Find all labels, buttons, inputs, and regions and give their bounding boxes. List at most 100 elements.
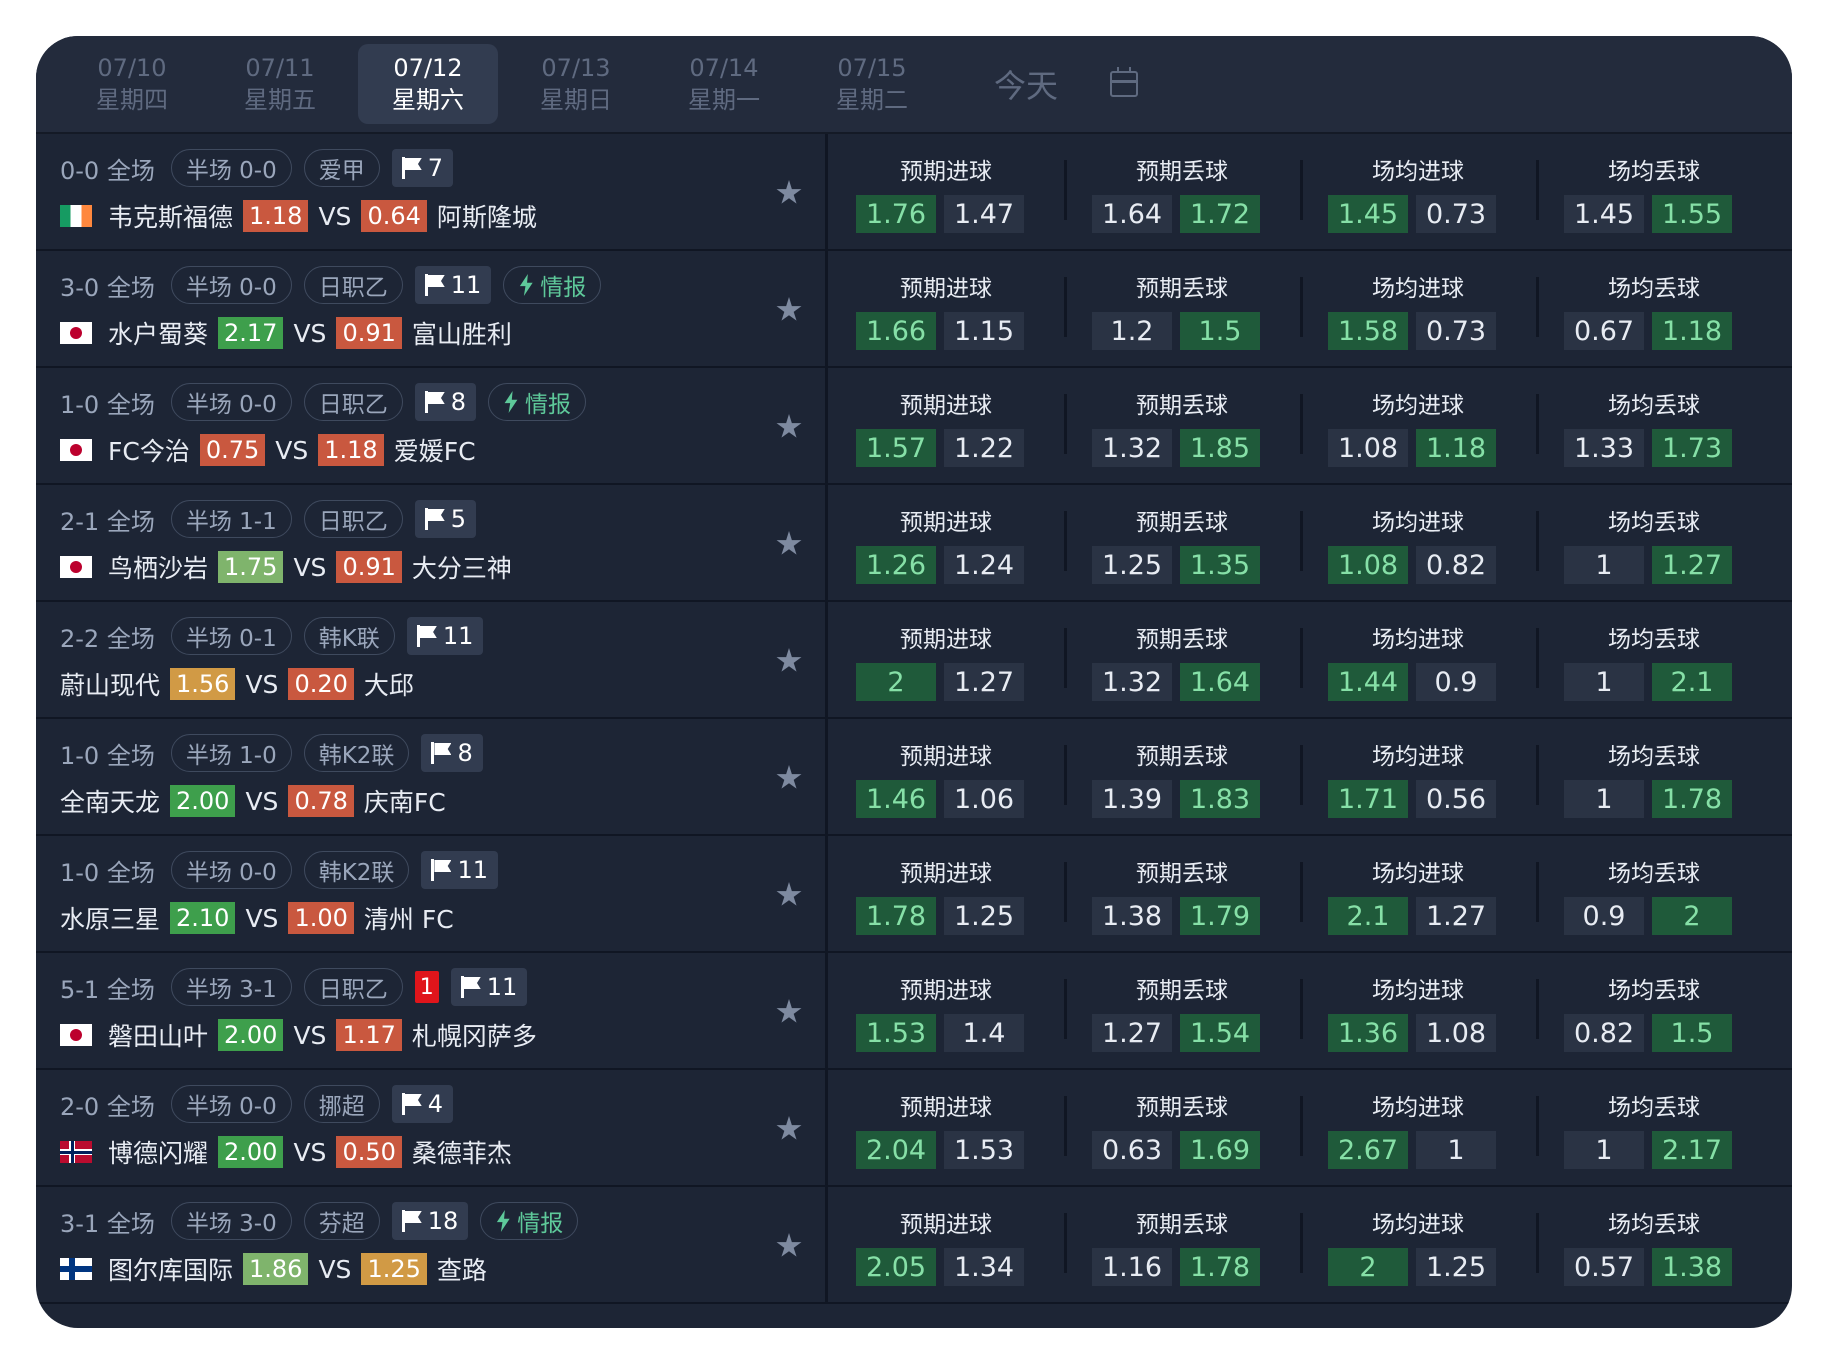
favorite-star-icon[interactable]	[776, 414, 802, 438]
home-team[interactable]: 韦克斯福德	[108, 198, 233, 234]
stat-title: 场均丢球	[1608, 1095, 1700, 1121]
home-team[interactable]: 全南天龙	[60, 783, 160, 819]
home-team[interactable]: FC今治	[108, 432, 190, 468]
match-row[interactable]: 2-0 全场 半场 0-0 挪超 4 博德闪耀 2.00 VS 0.50 桑德菲…	[36, 1070, 1792, 1187]
date-tab-date: 07/10	[97, 54, 167, 82]
match-row[interactable]: 3-0 全场 半场 0-0 日职乙 11 情报 水户蜀葵 2.17 VS 0.9…	[36, 251, 1792, 368]
league-pill[interactable]: 日职乙	[303, 266, 403, 304]
favorite-star-icon[interactable]	[776, 882, 802, 906]
match-row[interactable]: 5-1 全场 半场 3-1 日职乙 1 11 磐田山叶 2.00 VS 1.17…	[36, 953, 1792, 1070]
league-pill[interactable]: 日职乙	[303, 968, 403, 1006]
away-odd: 0.20	[288, 668, 354, 700]
date-tab-07-12[interactable]: 07/12 星期六	[358, 44, 498, 124]
away-team[interactable]: 大邱	[364, 666, 414, 702]
stat-home-value: 1.39	[1092, 780, 1172, 818]
match-row[interactable]: 2-2 全场 半场 0-1 韩K联 11 蔚山现代 1.56 VS 0.20 大…	[36, 602, 1792, 719]
league-pill[interactable]: 日职乙	[303, 383, 403, 421]
favorite-star-icon[interactable]	[776, 180, 802, 204]
date-tab-date: 07/13	[541, 54, 611, 82]
stat-away-value: 1.34	[944, 1248, 1024, 1286]
date-tab-weekday: 星期日	[540, 86, 612, 114]
away-odd: 0.50	[336, 1136, 402, 1168]
vs-label: VS	[275, 435, 309, 465]
favorite-star-icon[interactable]	[776, 648, 802, 672]
away-team[interactable]: 阿斯隆城	[437, 198, 537, 234]
intel-button[interactable]: 情报	[488, 383, 586, 421]
stat-home-value: 1.38	[1092, 897, 1172, 935]
calendar-icon[interactable]	[1110, 67, 1139, 97]
match-stats: 预期进球 1.46 1.06 预期丢球 1.39 1.83 场均进球 1.71 …	[828, 719, 1792, 834]
away-team[interactable]: 庆南FC	[364, 783, 446, 819]
league-pill[interactable]: 芬超	[303, 1202, 380, 1240]
stat-title: 场均丢球	[1608, 510, 1700, 536]
match-row[interactable]: 1-0 全场 半场 0-0 韩K2联 11 水原三星 2.10 VS 1.00 …	[36, 836, 1792, 953]
stat-away-value: 0.9	[1416, 663, 1496, 701]
home-team[interactable]: 博德闪耀	[108, 1134, 208, 1170]
match-row[interactable]: 0-0 全场 半场 0-0 爱甲 7 韦克斯福德 1.18 VS 0.64 阿斯…	[36, 134, 1792, 251]
stat-away-value: 1.69	[1180, 1131, 1260, 1169]
favorite-star-icon[interactable]	[776, 1233, 802, 1257]
away-team[interactable]: 桑德菲杰	[412, 1134, 512, 1170]
stat-title: 预期进球	[900, 510, 992, 536]
home-team[interactable]: 图尔库国际	[108, 1251, 233, 1287]
date-tab-07-11[interactable]: 07/11 星期五	[210, 44, 350, 124]
home-team[interactable]: 水原三星	[60, 900, 160, 936]
away-team[interactable]: 清州 FC	[364, 900, 454, 936]
stat-away-value: 0.73	[1416, 312, 1496, 350]
date-tab-07-10[interactable]: 07/10 星期四	[62, 44, 202, 124]
intel-label: 情报	[517, 1211, 564, 1237]
away-team[interactable]: 大分三神	[412, 549, 512, 585]
match-teams: FC今治 0.75 VS 1.18 爱媛FC	[60, 432, 476, 468]
stat-title: 预期丢球	[1136, 393, 1228, 419]
match-row[interactable]: 1-0 全场 半场 0-0 日职乙 8 情报 FC今治 0.75 VS 1.18…	[36, 368, 1792, 485]
today-button[interactable]: 今天	[994, 61, 1058, 107]
home-team[interactable]: 蔚山现代	[60, 666, 160, 702]
date-tab-07-13[interactable]: 07/13 星期日	[506, 44, 646, 124]
match-row[interactable]: 2-1 全场 半场 1-1 日职乙 5 鸟栖沙岩 1.75 VS 0.91 大分…	[36, 485, 1792, 602]
stat-home-value: 0.57	[1564, 1248, 1644, 1286]
league-pill[interactable]: 韩K2联	[303, 851, 410, 889]
corner-count: 7	[427, 154, 443, 182]
league-pill[interactable]: 挪超	[303, 1085, 380, 1123]
stat-home-value: 1.66	[856, 312, 936, 350]
stat-home-value: 1.32	[1092, 663, 1172, 701]
vs-label: VS	[245, 903, 279, 933]
away-team[interactable]: 札幌冈萨多	[412, 1017, 537, 1053]
match-teams: 水户蜀葵 2.17 VS 0.91 富山胜利	[60, 315, 512, 351]
jp-flag-icon	[60, 1024, 92, 1046]
favorite-star-icon[interactable]	[776, 1116, 802, 1140]
home-team[interactable]: 水户蜀葵	[108, 315, 208, 351]
stat-away-value: 0.73	[1416, 195, 1496, 233]
favorite-star-icon[interactable]	[776, 531, 802, 555]
away-team[interactable]: 爱媛FC	[394, 432, 476, 468]
stat-away-value: 1.47	[944, 195, 1024, 233]
intel-button[interactable]: 情报	[480, 1202, 579, 1240]
league-pill[interactable]: 爱甲	[303, 149, 380, 187]
home-team[interactable]: 磐田山叶	[108, 1017, 208, 1053]
match-row[interactable]: 3-1 全场 半场 3-0 芬超 18 情报 图尔库国际 1.86 VS 1.2…	[36, 1187, 1792, 1304]
match-stats: 预期进球 1.66 1.15 预期丢球 1.2 1.5 场均进球 1.58 0.…	[828, 251, 1792, 366]
stat-block: 场均进球 1.71 0.56	[1300, 719, 1536, 834]
away-team[interactable]: 富山胜利	[412, 315, 512, 351]
stat-home-value: 0.67	[1564, 312, 1644, 350]
date-tab-07-14[interactable]: 07/14 星期一	[654, 44, 794, 124]
away-team[interactable]: 查路	[437, 1251, 487, 1287]
stat-block: 场均丢球 0.82 1.5	[1536, 953, 1772, 1068]
match-stats: 预期进球 1.76 1.47 预期丢球 1.64 1.72 场均进球 1.45 …	[828, 134, 1792, 249]
stat-title: 场均进球	[1372, 744, 1464, 770]
favorite-star-icon[interactable]	[776, 297, 802, 321]
league-pill[interactable]: 韩K2联	[303, 734, 410, 772]
half-score-pill: 半场 1-1	[170, 500, 292, 538]
match-row[interactable]: 1-0 全场 半场 1-0 韩K2联 8 全南天龙 2.00 VS 0.78 庆…	[36, 719, 1792, 836]
favorite-star-icon[interactable]	[776, 999, 802, 1023]
full-score: 1-0 全场	[60, 390, 155, 419]
favorite-star-icon[interactable]	[776, 765, 802, 789]
home-team[interactable]: 鸟栖沙岩	[108, 549, 208, 585]
stat-away-value: 1.53	[944, 1131, 1024, 1169]
league-pill[interactable]: 韩K联	[303, 617, 395, 655]
date-tab-07-15[interactable]: 07/15 星期二	[802, 44, 942, 124]
stat-away-value: 1.18	[1652, 312, 1732, 350]
league-pill[interactable]: 日职乙	[303, 500, 403, 538]
corner-count: 4	[427, 1090, 443, 1118]
intel-button[interactable]: 情报	[503, 266, 602, 304]
